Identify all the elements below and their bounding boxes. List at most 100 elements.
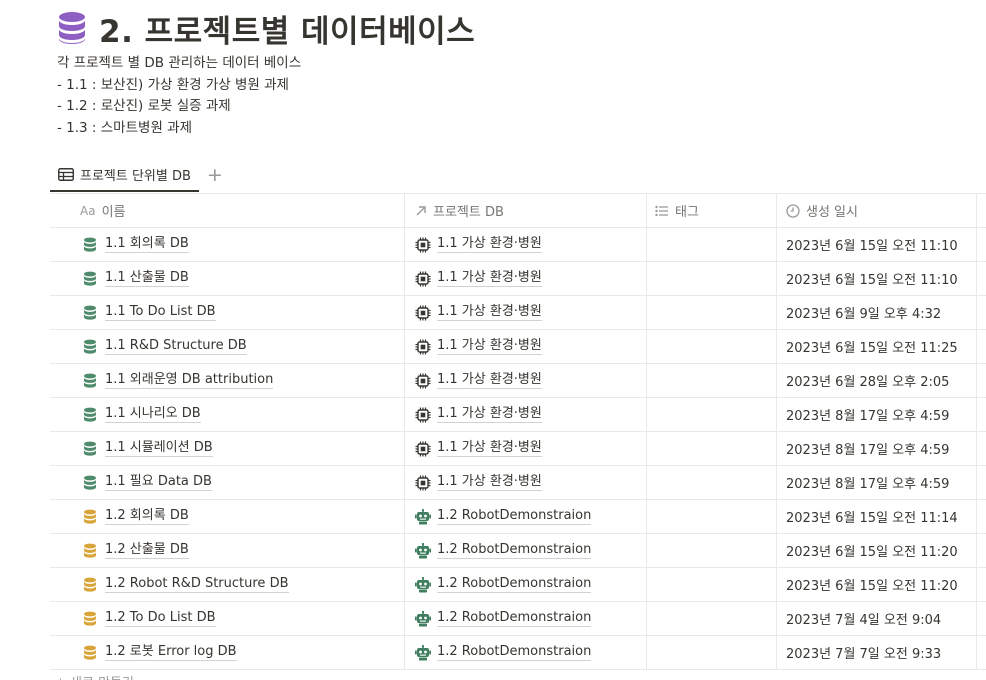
cell-tags[interactable] (647, 432, 777, 465)
row-name-link[interactable]: 1.1 R&D Structure DB (105, 338, 247, 355)
header-project[interactable]: 프로젝트 DB (405, 194, 647, 227)
cell-created[interactable]: 2023년 7월 7일 오전 9:33 (777, 636, 977, 669)
cell-name[interactable]: 1.1 필요 Data DB (50, 466, 405, 499)
header-name[interactable]: Aa 이름 (50, 194, 405, 227)
row-name-link[interactable]: 1.1 To Do List DB (105, 304, 216, 321)
cell-project[interactable]: 1.2 RobotDemonstraion (405, 534, 647, 567)
project-relation-link[interactable]: 1.1 가상 환경·병원 (437, 338, 542, 355)
table-row[interactable]: 1.1 To Do List DB 1.1 가상 환경·병원 2023년 6월 … (50, 296, 986, 330)
description-line[interactable]: - 1.1 : 보산진) 가상 환경 가상 병원 과제 (57, 75, 301, 97)
cell-created[interactable]: 2023년 6월 15일 오전 11:20 (777, 534, 977, 567)
cell-tags[interactable] (647, 636, 777, 669)
project-relation-link[interactable]: 1.1 가상 환경·병원 (437, 270, 542, 287)
cell-name[interactable]: 1.2 산출물 DB (50, 534, 405, 567)
cell-tags[interactable] (647, 568, 777, 601)
cell-tags[interactable] (647, 330, 777, 363)
table-row[interactable]: 1.1 R&D Structure DB 1.1 가상 환경·병원 2023년 … (50, 330, 986, 364)
table-row[interactable]: 1.2 To Do List DB 1.2 RobotDemonstraion (50, 602, 986, 636)
cell-name[interactable]: 1.1 시나리오 DB (50, 398, 405, 431)
cell-project[interactable]: 1.1 가상 환경·병원 (405, 228, 647, 261)
cell-tags[interactable] (647, 602, 777, 635)
cell-tags[interactable] (647, 296, 777, 329)
project-relation-link[interactable]: 1.2 RobotDemonstraion (437, 644, 592, 661)
project-relation-link[interactable]: 1.1 가상 환경·병원 (437, 236, 542, 253)
cell-name[interactable]: 1.1 회의록 DB (50, 228, 405, 261)
cell-created[interactable]: 2023년 6월 15일 오전 11:10 (777, 228, 977, 261)
cell-created[interactable]: 2023년 7월 4일 오전 9:04 (777, 602, 977, 635)
cell-project[interactable]: 1.1 가상 환경·병원 (405, 432, 647, 465)
project-relation-link[interactable]: 1.1 가상 환경·병원 (437, 304, 542, 321)
project-relation-link[interactable]: 1.1 가상 환경·병원 (437, 474, 542, 491)
cell-name[interactable]: 1.2 회의록 DB (50, 500, 405, 533)
cell-created[interactable]: 2023년 8월 17일 오후 4:59 (777, 398, 977, 431)
cell-created[interactable]: 2023년 6월 15일 오전 11:14 (777, 500, 977, 533)
cell-project[interactable]: 1.1 가상 환경·병원 (405, 364, 647, 397)
new-row-button[interactable]: + 새로 만들기 (55, 672, 134, 680)
add-view-button[interactable]: + (207, 165, 223, 185)
table-row[interactable]: 1.1 외래운영 DB attribution 1.1 가상 환경·병원 202… (50, 364, 986, 398)
cell-project[interactable]: 1.1 가상 환경·병원 (405, 262, 647, 295)
cell-tags[interactable] (647, 466, 777, 499)
cell-created[interactable]: 2023년 6월 9일 오후 4:32 (777, 296, 977, 329)
cell-name[interactable]: 1.1 외래운영 DB attribution (50, 364, 405, 397)
cell-project[interactable]: 1.2 RobotDemonstraion (405, 636, 647, 669)
row-name-link[interactable]: 1.1 회의록 DB (105, 236, 189, 253)
project-relation-link[interactable]: 1.1 가상 환경·병원 (437, 440, 542, 457)
row-name-link[interactable]: 1.1 시뮬레이션 DB (105, 440, 213, 457)
header-created[interactable]: 생성 일시 (777, 194, 977, 227)
page-title[interactable]: 2. 프로젝트별 데이터베이스 (99, 6, 475, 51)
project-relation-link[interactable]: 1.2 RobotDemonstraion (437, 508, 592, 525)
description-line[interactable]: 각 프로젝트 별 DB 관리하는 데이터 베이스 (57, 53, 301, 75)
cell-project[interactable]: 1.1 가상 환경·병원 (405, 398, 647, 431)
cell-created[interactable]: 2023년 6월 15일 오전 11:10 (777, 262, 977, 295)
table-row[interactable]: 1.2 회의록 DB 1.2 RobotDemonstraion 2023년 6… (50, 500, 986, 534)
cell-created[interactable]: 2023년 6월 15일 오전 11:25 (777, 330, 977, 363)
cell-tags[interactable] (647, 398, 777, 431)
cell-tags[interactable] (647, 228, 777, 261)
cell-name[interactable]: 1.2 로봇 Error log DB (50, 636, 405, 669)
row-name-link[interactable]: 1.2 산출물 DB (105, 542, 189, 559)
row-name-link[interactable]: 1.1 시나리오 DB (105, 406, 201, 423)
description-line[interactable]: - 1.2 : 로산진) 로봇 실증 과제 (57, 96, 301, 118)
cell-name[interactable]: 1.1 R&D Structure DB (50, 330, 405, 363)
row-name-link[interactable]: 1.1 외래운영 DB attribution (105, 372, 274, 389)
cell-tags[interactable] (647, 364, 777, 397)
cell-created[interactable]: 2023년 8월 17일 오후 4:59 (777, 432, 977, 465)
table-row[interactable]: 1.2 산출물 DB 1.2 RobotDemonstraion 2023년 6… (50, 534, 986, 568)
row-name-link[interactable]: 1.1 산출물 DB (105, 270, 189, 287)
table-row[interactable]: 1.1 필요 Data DB 1.1 가상 환경·병원 2023년 8월 17일… (50, 466, 986, 500)
cell-project[interactable]: 1.1 가상 환경·병원 (405, 296, 647, 329)
cell-tags[interactable] (647, 262, 777, 295)
project-relation-link[interactable]: 1.2 RobotDemonstraion (437, 610, 592, 627)
cell-project[interactable]: 1.2 RobotDemonstraion (405, 568, 647, 601)
row-name-link[interactable]: 1.2 로봇 Error log DB (105, 644, 237, 661)
cell-created[interactable]: 2023년 8월 17일 오후 4:59 (777, 466, 977, 499)
header-tags[interactable]: 태그 (647, 194, 777, 227)
cell-tags[interactable] (647, 500, 777, 533)
table-row[interactable]: 1.2 로봇 Error log DB 1.2 RobotDemonstraio… (50, 636, 986, 670)
table-row[interactable]: 1.1 시뮬레이션 DB 1.1 가상 환경·병원 2023년 8월 17일 오… (50, 432, 986, 466)
description-line[interactable]: - 1.3 : 스마트병원 과제 (57, 118, 301, 140)
project-relation-link[interactable]: 1.1 가상 환경·병원 (437, 372, 542, 389)
cell-created[interactable]: 2023년 6월 15일 오전 11:20 (777, 568, 977, 601)
project-relation-link[interactable]: 1.2 RobotDemonstraion (437, 542, 592, 559)
cell-project[interactable]: 1.2 RobotDemonstraion (405, 500, 647, 533)
cell-name[interactable]: 1.2 To Do List DB (50, 602, 405, 635)
project-relation-link[interactable]: 1.1 가상 환경·병원 (437, 406, 542, 423)
cell-name[interactable]: 1.1 시뮬레이션 DB (50, 432, 405, 465)
project-relation-link[interactable]: 1.2 RobotDemonstraion (437, 576, 592, 593)
row-name-link[interactable]: 1.2 Robot R&D Structure DB (105, 576, 289, 593)
cell-created[interactable]: 2023년 6월 28일 오후 2:05 (777, 364, 977, 397)
cell-tags[interactable] (647, 534, 777, 567)
cell-name[interactable]: 1.2 Robot R&D Structure DB (50, 568, 405, 601)
row-name-link[interactable]: 1.1 필요 Data DB (105, 474, 212, 491)
row-name-link[interactable]: 1.2 To Do List DB (105, 610, 216, 627)
cell-name[interactable]: 1.1 산출물 DB (50, 262, 405, 295)
cell-name[interactable]: 1.1 To Do List DB (50, 296, 405, 329)
table-row[interactable]: 1.2 Robot R&D Structure DB 1.2 RobotDemo… (50, 568, 986, 602)
table-row[interactable]: 1.1 시나리오 DB 1.1 가상 환경·병원 2023년 8월 17일 오후… (50, 398, 986, 432)
cell-project[interactable]: 1.1 가상 환경·병원 (405, 466, 647, 499)
table-row[interactable]: 1.1 산출물 DB 1.1 가상 환경·병원 2023년 6월 15일 오전 … (50, 262, 986, 296)
row-name-link[interactable]: 1.2 회의록 DB (105, 508, 189, 525)
table-row[interactable]: 1.1 회의록 DB 1.1 가상 환경·병원 2023년 6월 15일 오전 … (50, 228, 986, 262)
